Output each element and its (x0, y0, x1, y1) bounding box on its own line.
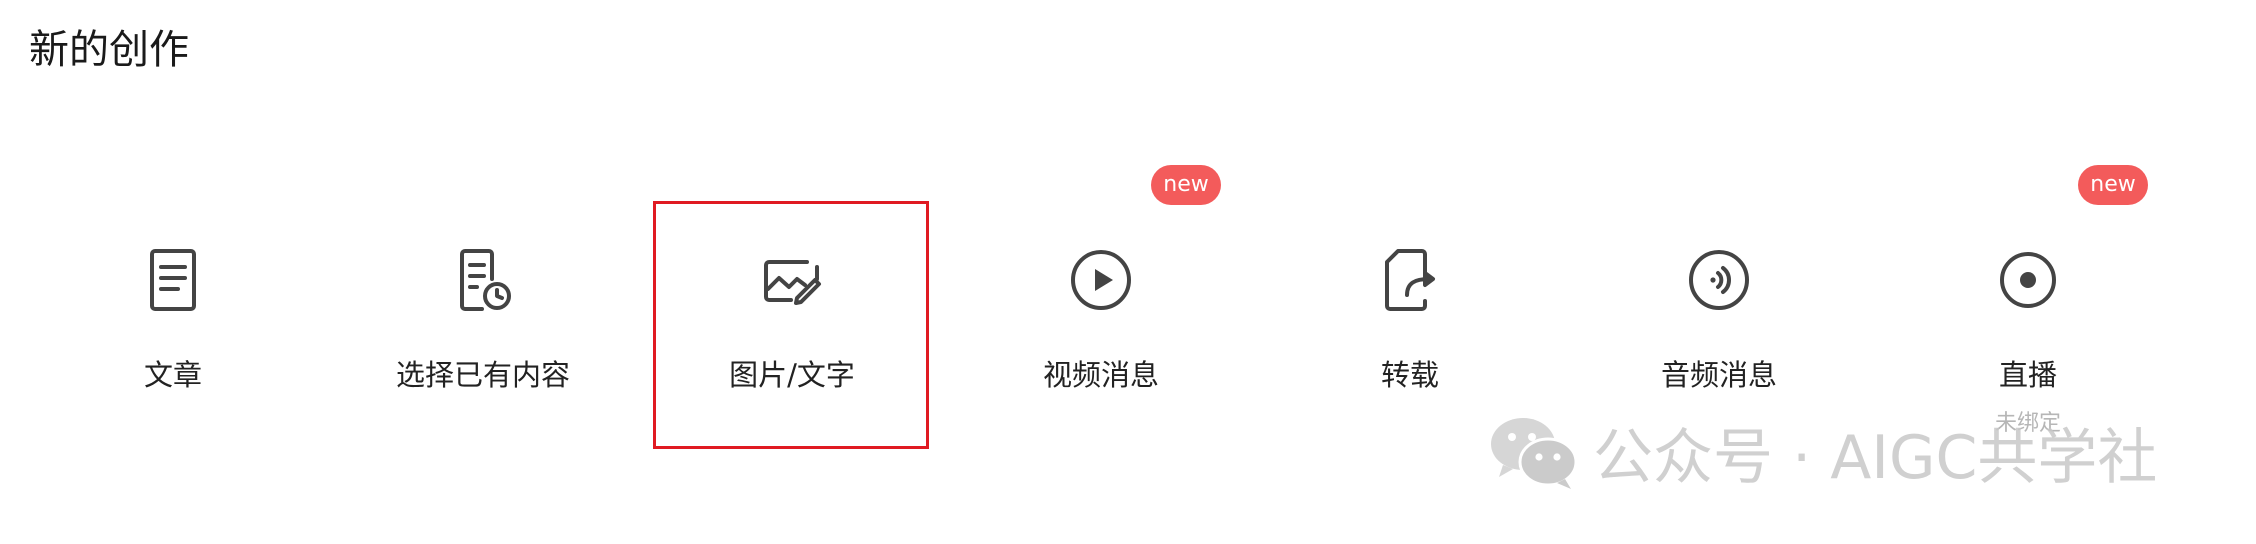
document-clock-icon (448, 245, 518, 315)
create-audio-label: 音频消息 (1660, 358, 1777, 392)
repost-button[interactable]: 转载 (1290, 245, 1530, 415)
page-title: 新的创作 (29, 27, 189, 73)
document-icon (138, 245, 208, 315)
play-circle-icon (1066, 245, 1136, 315)
repost-label: 转载 (1380, 358, 1439, 392)
create-video-button[interactable]: 视频消息 (981, 245, 1221, 415)
audio-circle-icon (1684, 245, 1754, 315)
record-circle-icon (1993, 245, 2063, 315)
highlight-box (653, 201, 929, 449)
wechat-icon (1487, 413, 1579, 491)
video-new-badge: new (1151, 165, 1221, 205)
live-stream-label: 直播 (1998, 358, 2057, 392)
share-forward-icon (1375, 245, 1445, 315)
create-video-label: 视频消息 (1042, 358, 1159, 392)
live-stream-button[interactable]: 直播 未绑定 (1908, 245, 2148, 436)
create-article-button[interactable]: 文章 (53, 245, 293, 415)
watermark-text: 公众号 · AIGC共学社 (1593, 422, 2158, 493)
create-audio-button[interactable]: 音频消息 (1599, 245, 1839, 415)
select-existing-content-label: 选择已有内容 (395, 358, 570, 392)
watermark: 公众号 · AIGC共学社 (1487, 412, 2157, 493)
live-new-badge: new (2078, 165, 2148, 205)
create-article-label: 文章 (143, 358, 202, 392)
select-existing-content-button[interactable]: 选择已有内容 (363, 245, 603, 415)
